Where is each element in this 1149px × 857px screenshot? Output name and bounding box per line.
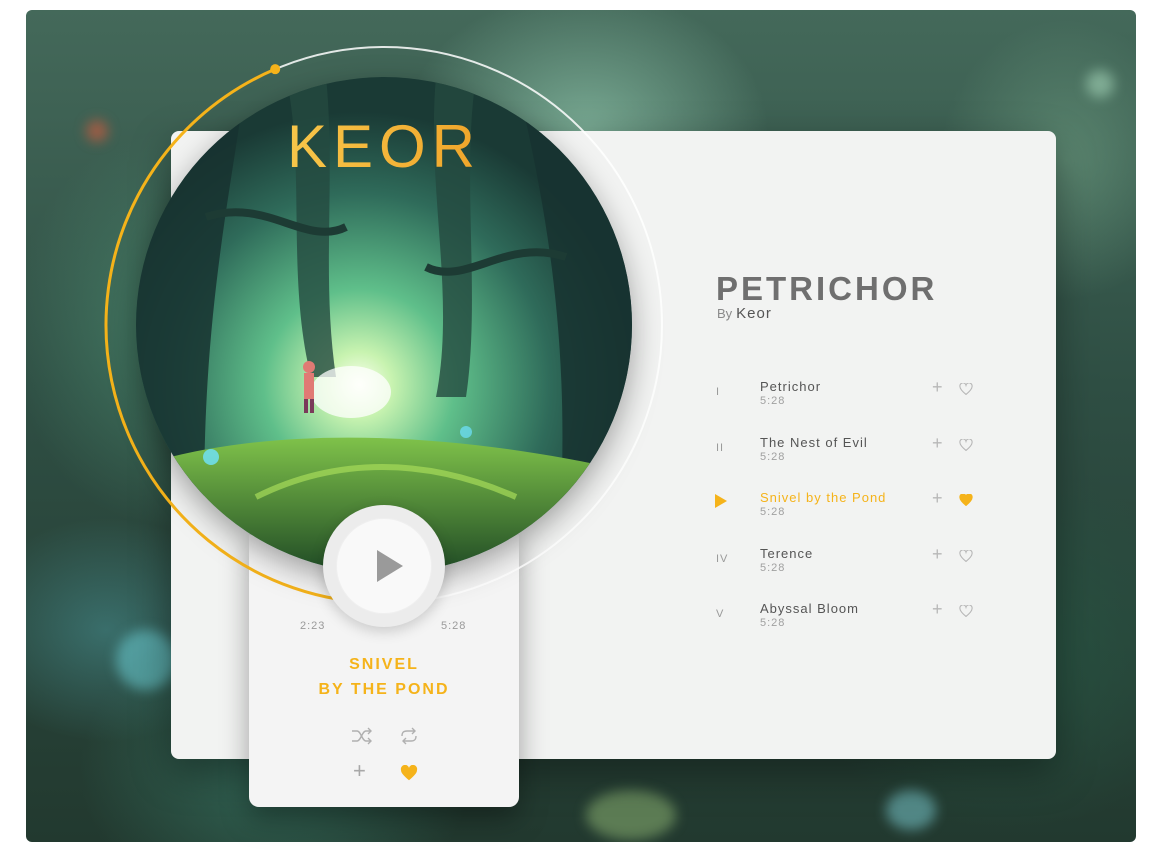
album-art: KEOR — [136, 77, 632, 573]
heart-icon[interactable] — [400, 765, 418, 781]
total-time: 5:28 — [441, 620, 467, 632]
now-playing-title-line1: SNIVEL — [349, 656, 419, 673]
elapsed-time: 2:23 — [300, 620, 326, 632]
play-icon — [377, 550, 403, 582]
shuffle-icon[interactable] — [351, 727, 373, 745]
add-icon[interactable]: + — [353, 760, 366, 782]
play-button[interactable] — [323, 505, 445, 627]
progress-handle[interactable] — [270, 64, 281, 75]
cover-logo: KEOR — [287, 113, 481, 180]
play-button-face — [336, 518, 432, 614]
repeat-icon[interactable] — [398, 727, 420, 745]
now-playing-title-line2: BY THE POND — [318, 681, 450, 698]
album-cover: KEOR — [136, 77, 632, 573]
